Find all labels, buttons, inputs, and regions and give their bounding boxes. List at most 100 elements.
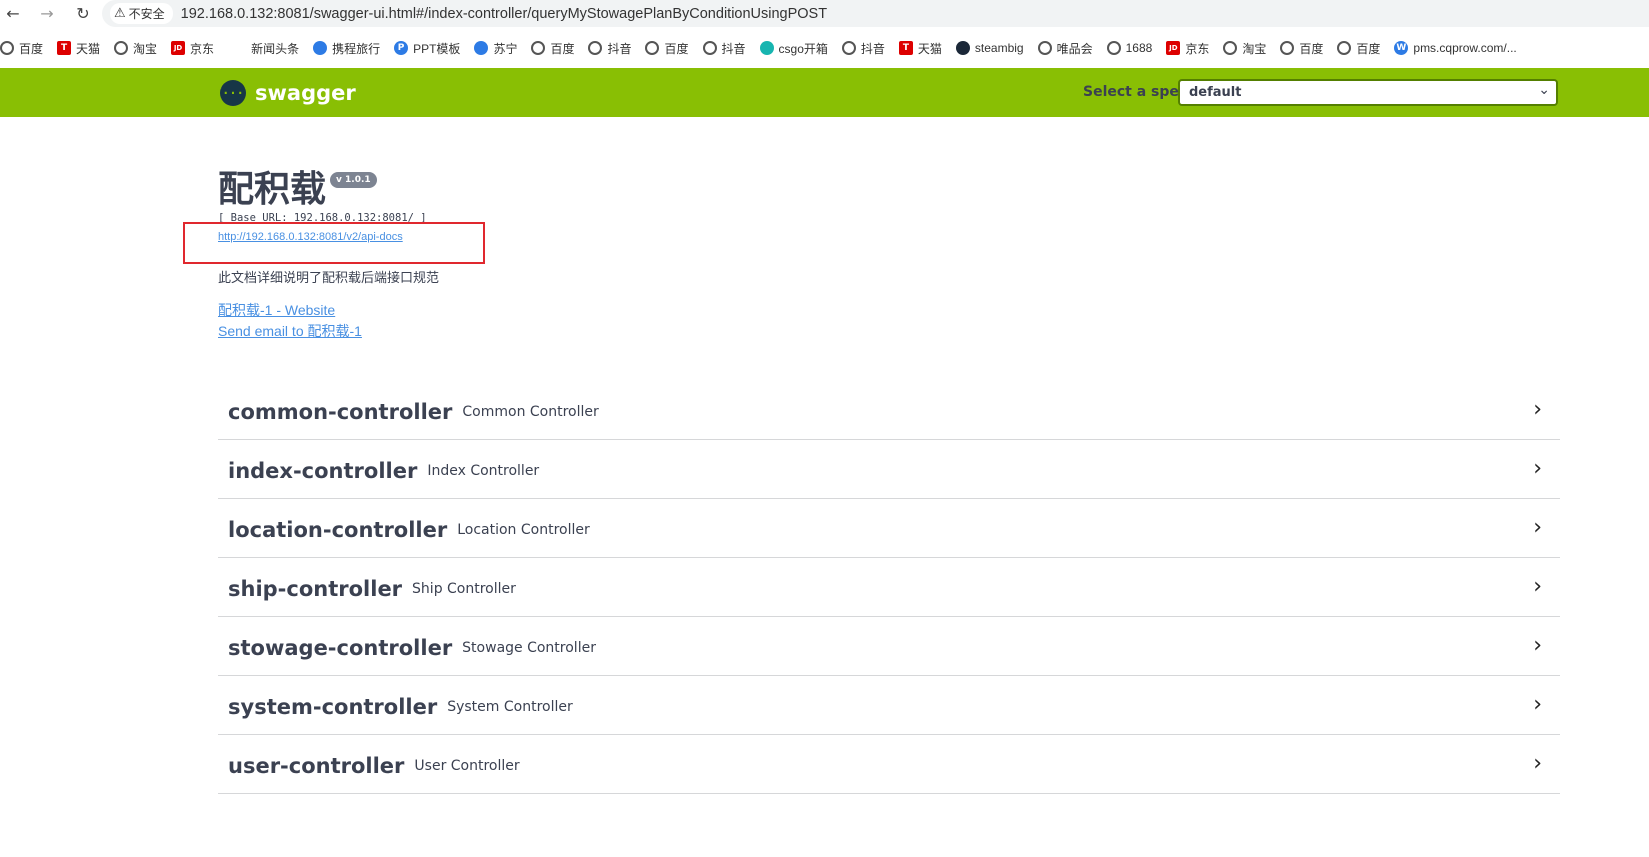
website-link[interactable]: 配积载-1 - Website: [218, 300, 335, 320]
chevron-right-icon[interactable]: ›: [1533, 574, 1542, 599]
bookmark-item[interactable]: csgo开箱: [759, 40, 828, 57]
api-description: 此文档详细说明了配积载后端接口规范: [218, 270, 440, 285]
bookmark-label: pms.cqprow.com/...: [1413, 41, 1517, 55]
ctrip-icon: [313, 41, 328, 55]
ppt-icon: P: [394, 41, 409, 55]
controller-name: common-controller: [228, 400, 453, 424]
globe-icon: [1337, 41, 1352, 55]
globe-icon: [841, 41, 856, 55]
security-label: 不安全: [128, 7, 165, 21]
chevron-right-icon[interactable]: ›: [1533, 456, 1542, 481]
warning-icon: ⚠: [114, 6, 126, 21]
globe-icon: [0, 41, 14, 55]
bookmark-item[interactable]: 淘宝: [114, 40, 157, 57]
controller-description: System Controller: [447, 699, 573, 715]
bookmark-item[interactable]: 1688: [1106, 41, 1153, 55]
bookmark-item[interactable]: Wpms.cqprow.com/...: [1394, 41, 1517, 55]
bookmark-item[interactable]: 新闻头条: [228, 40, 299, 57]
chevron-down-icon: ⌄: [1538, 82, 1550, 98]
swagger-logo-text: swagger: [255, 81, 356, 105]
bookmark-label: steambig: [974, 41, 1024, 55]
controller-name: stowage-controller: [228, 636, 453, 660]
controller-tag-stowage-controller[interactable]: stowage-controller Stowage Controller ›: [218, 617, 1560, 676]
controller-tag-user-controller[interactable]: user-controller User Controller ›: [218, 735, 1560, 794]
bookmark-item[interactable]: JD 京东: [1166, 40, 1209, 57]
bookmark-label: csgo开箱: [778, 41, 828, 56]
controller-name: location-controller: [228, 518, 448, 542]
forward-arrow-icon[interactable]: →: [26, 0, 68, 27]
highlight-box: [183, 222, 485, 264]
back-arrow-icon[interactable]: ←: [0, 0, 26, 27]
email-link[interactable]: Send email to 配积载-1: [218, 321, 362, 341]
controller-description: Location Controller: [457, 522, 590, 538]
bookmark-label: 京东: [190, 41, 215, 56]
controller-description: Common Controller: [462, 404, 599, 420]
bookmark-label: 携程旅行: [332, 41, 381, 56]
swagger-logo-icon: {···}: [215, 80, 251, 106]
address-bar[interactable]: ⚠ 不安全 192.168.0.132:8081/swagger-ui.html…: [102, 0, 1649, 27]
bookmark-label: 唯品会: [1056, 41, 1093, 56]
bookmark-label: 百度: [19, 41, 44, 56]
controller-tag-location-controller[interactable]: location-controller Location Controller ›: [218, 499, 1560, 558]
steam-icon: [955, 41, 970, 55]
bookmark-label: 天猫: [917, 41, 942, 56]
select-spec-label: Select a spec: [1083, 84, 1188, 100]
bookmark-item[interactable]: 抖音: [841, 40, 885, 57]
controller-description: Ship Controller: [412, 581, 516, 597]
bookmark-label: 百度: [550, 41, 575, 56]
chevron-right-icon[interactable]: ›: [1533, 633, 1542, 658]
bookmark-item[interactable]: 百度: [645, 40, 689, 57]
controller-description: Stowage Controller: [462, 640, 596, 656]
bookmark-label: 1688: [1125, 41, 1153, 55]
bookmark-item[interactable]: 百度: [1280, 40, 1323, 57]
controller-name: index-controller: [228, 459, 418, 483]
jd-icon: JD: [171, 41, 186, 55]
controller-name: user-controller: [228, 754, 405, 778]
bookmark-item[interactable]: 苏宁: [474, 40, 517, 57]
controller-tag-ship-controller[interactable]: ship-controller Ship Controller ›: [218, 558, 1560, 617]
bookmark-item[interactable]: 百度: [1337, 40, 1380, 57]
bookmark-item[interactable]: 抖音: [702, 40, 746, 57]
swagger-topbar: {···} swagger Select a spec default ⌄: [0, 68, 1649, 117]
bookmark-item[interactable]: JD 京东: [171, 40, 214, 57]
bookmark-item[interactable]: T 天猫: [57, 40, 100, 57]
bookmark-item[interactable]: steambig: [955, 41, 1024, 55]
bookmark-label: 京东: [1185, 41, 1210, 56]
globe-icon: [645, 41, 660, 55]
spec-select-value: default: [1189, 85, 1242, 100]
bookmark-label: 抖音: [860, 41, 885, 56]
bookmark-item[interactable]: 唯品会: [1037, 40, 1093, 57]
url-text[interactable]: 192.168.0.132:8081/swagger-ui.html#/inde…: [181, 6, 827, 22]
bookmark-item[interactable]: 淘宝: [1223, 40, 1266, 57]
jd-icon: JD: [1166, 41, 1181, 55]
chevron-right-icon[interactable]: ›: [1533, 515, 1542, 540]
controller-name: system-controller: [228, 695, 438, 719]
controller-tag-system-controller[interactable]: system-controller System Controller ›: [218, 676, 1560, 735]
chevron-right-icon[interactable]: ›: [1533, 751, 1542, 776]
bookmark-item[interactable]: 抖音: [588, 40, 631, 57]
controller-description: Index Controller: [427, 463, 540, 479]
controller-tag-index-controller[interactable]: index-controller Index Controller ›: [218, 440, 1560, 499]
bookmark-label: 百度: [1299, 41, 1324, 56]
swagger-logo[interactable]: {···} swagger: [215, 80, 356, 106]
bookmark-item[interactable]: 百度: [0, 40, 43, 57]
bookmark-spacer: [228, 41, 246, 55]
globe-icon: [1037, 41, 1052, 55]
suning-icon: [474, 41, 489, 55]
reload-icon[interactable]: ↻: [68, 0, 98, 27]
security-indicator[interactable]: ⚠ 不安全: [110, 3, 173, 24]
globe-icon: [1280, 41, 1295, 55]
chevron-right-icon[interactable]: ›: [1533, 692, 1542, 717]
bookmark-item[interactable]: T 天猫: [898, 40, 942, 57]
controller-tag-common-controller[interactable]: common-controller Common Controller ›: [218, 381, 1560, 440]
chevron-right-icon[interactable]: ›: [1533, 397, 1542, 422]
bookmark-item[interactable]: 百度: [531, 40, 574, 57]
bookmark-item[interactable]: P PPT模板: [394, 40, 460, 57]
api-title-row: 配积载 v 1.0.1: [218, 168, 377, 210]
bookmark-item[interactable]: 携程旅行: [313, 40, 380, 57]
bookmark-label: 抖音: [721, 41, 746, 56]
bookmark-label: 苏宁: [493, 41, 518, 56]
spec-select[interactable]: default ⌄: [1178, 79, 1558, 106]
controller-description: User Controller: [414, 758, 520, 774]
bookmark-label: 百度: [1356, 41, 1381, 56]
